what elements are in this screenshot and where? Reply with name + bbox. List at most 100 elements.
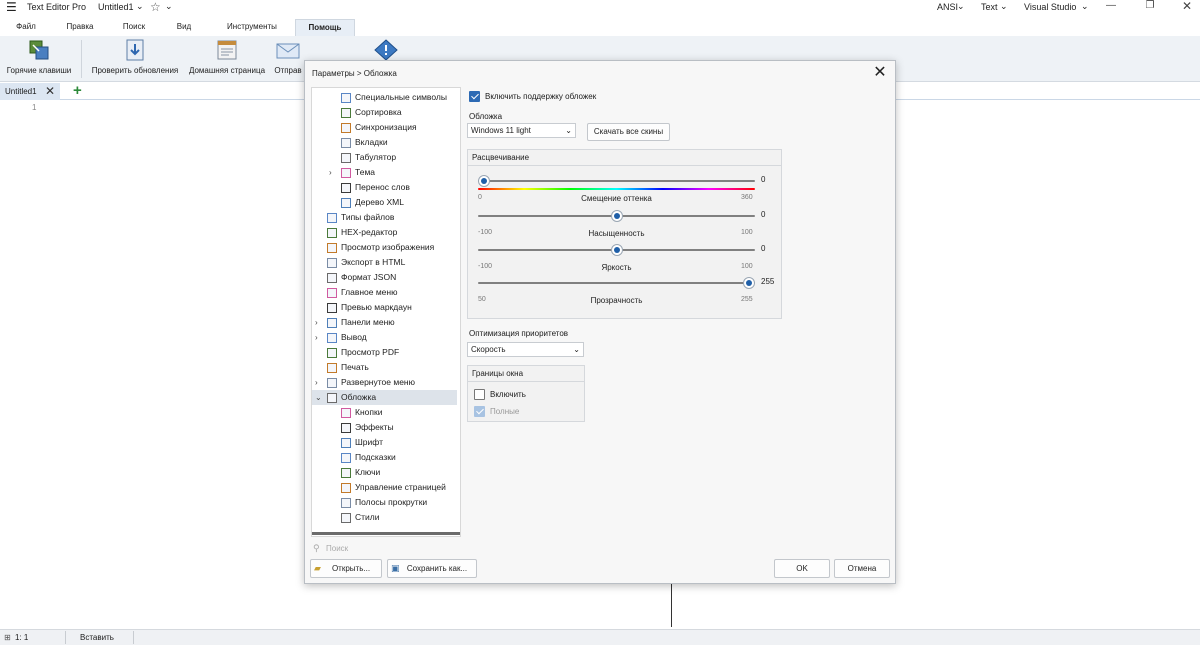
slider-track[interactable] [478, 180, 755, 182]
minimize-icon[interactable]: — [1098, 0, 1124, 14]
hotkeys-label: Горячие клавиши [6, 66, 72, 75]
tree-item[interactable]: Экспорт в HTML [312, 255, 457, 270]
tree-item[interactable]: Перенос слов [312, 180, 457, 195]
slider-thumb[interactable] [610, 244, 623, 256]
slider-track[interactable] [478, 282, 755, 284]
chevron-right-icon[interactable]: › [315, 330, 318, 345]
tree-item[interactable]: Кнопки [312, 405, 457, 420]
chevron-right-icon[interactable]: › [315, 375, 318, 390]
chevron-down-icon[interactable]: ⌄ [315, 390, 322, 405]
tree-item[interactable]: › Панели меню [312, 315, 457, 330]
tree-item-label: Специальные символы [355, 92, 447, 102]
tree-horizontal-scrollbar[interactable] [312, 532, 460, 535]
chevron-down-icon[interactable]: ⌄ [136, 1, 144, 12]
home-page-label: Домашняя страница [188, 66, 266, 75]
tree-item[interactable]: Шрифт [312, 435, 457, 450]
slider-thumb[interactable] [743, 277, 755, 289]
tab-file[interactable]: Файл [8, 19, 44, 36]
tree-item[interactable]: Просмотр изображения [312, 240, 457, 255]
tree-item[interactable]: Специальные символы [312, 90, 457, 105]
chevron-down-icon[interactable]: ⌄ [1081, 1, 1089, 12]
download-skins-button[interactable]: Скачать все скины [587, 123, 670, 141]
tab-edit[interactable]: Правка [60, 19, 100, 36]
tree-item[interactable]: Просмотр PDF [312, 345, 457, 360]
chevron-right-icon[interactable]: › [315, 315, 318, 330]
tree-item[interactable]: Табулятор [312, 150, 457, 165]
tree-item[interactable]: Вкладки [312, 135, 457, 150]
tree-item[interactable]: Главное меню [312, 285, 457, 300]
star-icon[interactable]: ☆ [150, 0, 161, 14]
tree-item[interactable]: Эффекты [312, 420, 457, 435]
tree-item[interactable]: › Вывод [312, 330, 457, 345]
tree-item[interactable]: › Развернутое меню [312, 375, 457, 390]
close-window-icon[interactable]: ✕ [1174, 0, 1200, 14]
tree-item[interactable]: Превью маркдаун [312, 300, 457, 315]
chevron-right-icon[interactable]: › [329, 165, 332, 180]
app-title: Text Editor Pro [27, 2, 87, 12]
chevron-down-icon[interactable]: ⌄ [1000, 1, 1008, 12]
skin-select[interactable]: Windows 11 light ⌄ [467, 123, 576, 138]
syntax-selector[interactable]: Text [981, 2, 998, 12]
send-feedback-button[interactable]: Отправ [271, 39, 305, 75]
tree-item[interactable]: ⌄ Обложка [312, 390, 457, 405]
tree-item[interactable]: Полосы прокрутки [312, 495, 457, 510]
tree-item-icon [341, 138, 351, 148]
tree-item[interactable]: Печать [312, 360, 457, 375]
tree-item-icon [341, 123, 351, 133]
cancel-button[interactable]: Отмена [834, 559, 890, 578]
tab-search[interactable]: Поиск [115, 19, 153, 36]
tree-item[interactable]: Ключи [312, 465, 457, 480]
slider-thumb[interactable] [478, 175, 490, 187]
encoding-selector[interactable]: ANSI [937, 2, 958, 12]
tab-tools[interactable]: Инструменты [218, 19, 286, 36]
slider-thumb[interactable] [610, 210, 623, 222]
tree-item[interactable]: Синхронизация [312, 120, 457, 135]
tree-item[interactable]: HEX-редактор [312, 225, 457, 240]
enable-skins-checkbox[interactable] [469, 91, 480, 102]
slider-value: 255 [761, 277, 775, 286]
priority-select[interactable]: Скорость ⌄ [467, 342, 584, 357]
document-title[interactable]: Untitled1 [98, 2, 134, 12]
save-as-button[interactable]: ▣ Сохранить как... [387, 559, 477, 578]
tree-item[interactable]: Управление страницей [312, 480, 457, 495]
search-input[interactable]: Поиск [326, 544, 348, 553]
insert-mode[interactable]: Вставить [80, 633, 114, 642]
tree-item[interactable]: Стили [312, 510, 457, 525]
hamburger-menu-icon[interactable]: ☰ [6, 0, 17, 14]
save-icon: ▣ [391, 563, 400, 573]
tree-item-icon [327, 303, 337, 313]
tree-item[interactable]: Типы файлов [312, 210, 457, 225]
tree-item[interactable]: Подсказки [312, 450, 457, 465]
borders-enable-checkbox[interactable] [474, 389, 485, 400]
tree-item[interactable]: Формат JSON [312, 270, 457, 285]
hotkeys-button[interactable]: Горячие клавиши [4, 39, 74, 75]
tree-item-label: Кнопки [355, 407, 383, 417]
folder-icon: ▰ [314, 563, 321, 573]
check-updates-button[interactable]: Проверить обновления [89, 39, 181, 75]
chevron-down-icon[interactable]: ⌄ [165, 1, 173, 12]
tree-item-icon [327, 393, 337, 403]
home-page-button[interactable]: Домашняя страница [186, 39, 268, 75]
coloring-group-title: Расцвечивание [472, 153, 530, 162]
tree-item-icon [341, 183, 351, 193]
tree-item[interactable]: Сортировка [312, 105, 457, 120]
restore-icon[interactable]: ❐ [1137, 0, 1163, 14]
tree-vertical-scrollbar[interactable] [460, 278, 461, 514]
tab-view[interactable]: Вид [168, 19, 200, 36]
close-tab-icon[interactable]: ✕ [45, 84, 55, 98]
slider-value: 0 [761, 210, 766, 219]
add-tab-icon[interactable]: + [73, 82, 82, 99]
ok-button[interactable]: OK [774, 559, 830, 578]
tree-item[interactable]: Дерево XML [312, 195, 457, 210]
menu-bar: Файл Правка Поиск Вид Инструменты Помощь [0, 19, 1200, 36]
open-button[interactable]: ▰ Открыть... [310, 559, 382, 578]
tab-help[interactable]: Помощь [295, 19, 355, 36]
close-dialog-icon[interactable]: ✕ [871, 62, 889, 82]
tree-item[interactable]: › Тема [312, 165, 457, 180]
status-separator [65, 631, 66, 644]
theme-selector[interactable]: Visual Studio [1024, 2, 1076, 12]
tree-item-icon [341, 423, 351, 433]
tree-item-label: Вкладки [355, 137, 388, 147]
chevron-down-icon[interactable]: ⌄ [957, 1, 965, 12]
enable-skins-label: Включить поддержку обложек [485, 92, 597, 101]
